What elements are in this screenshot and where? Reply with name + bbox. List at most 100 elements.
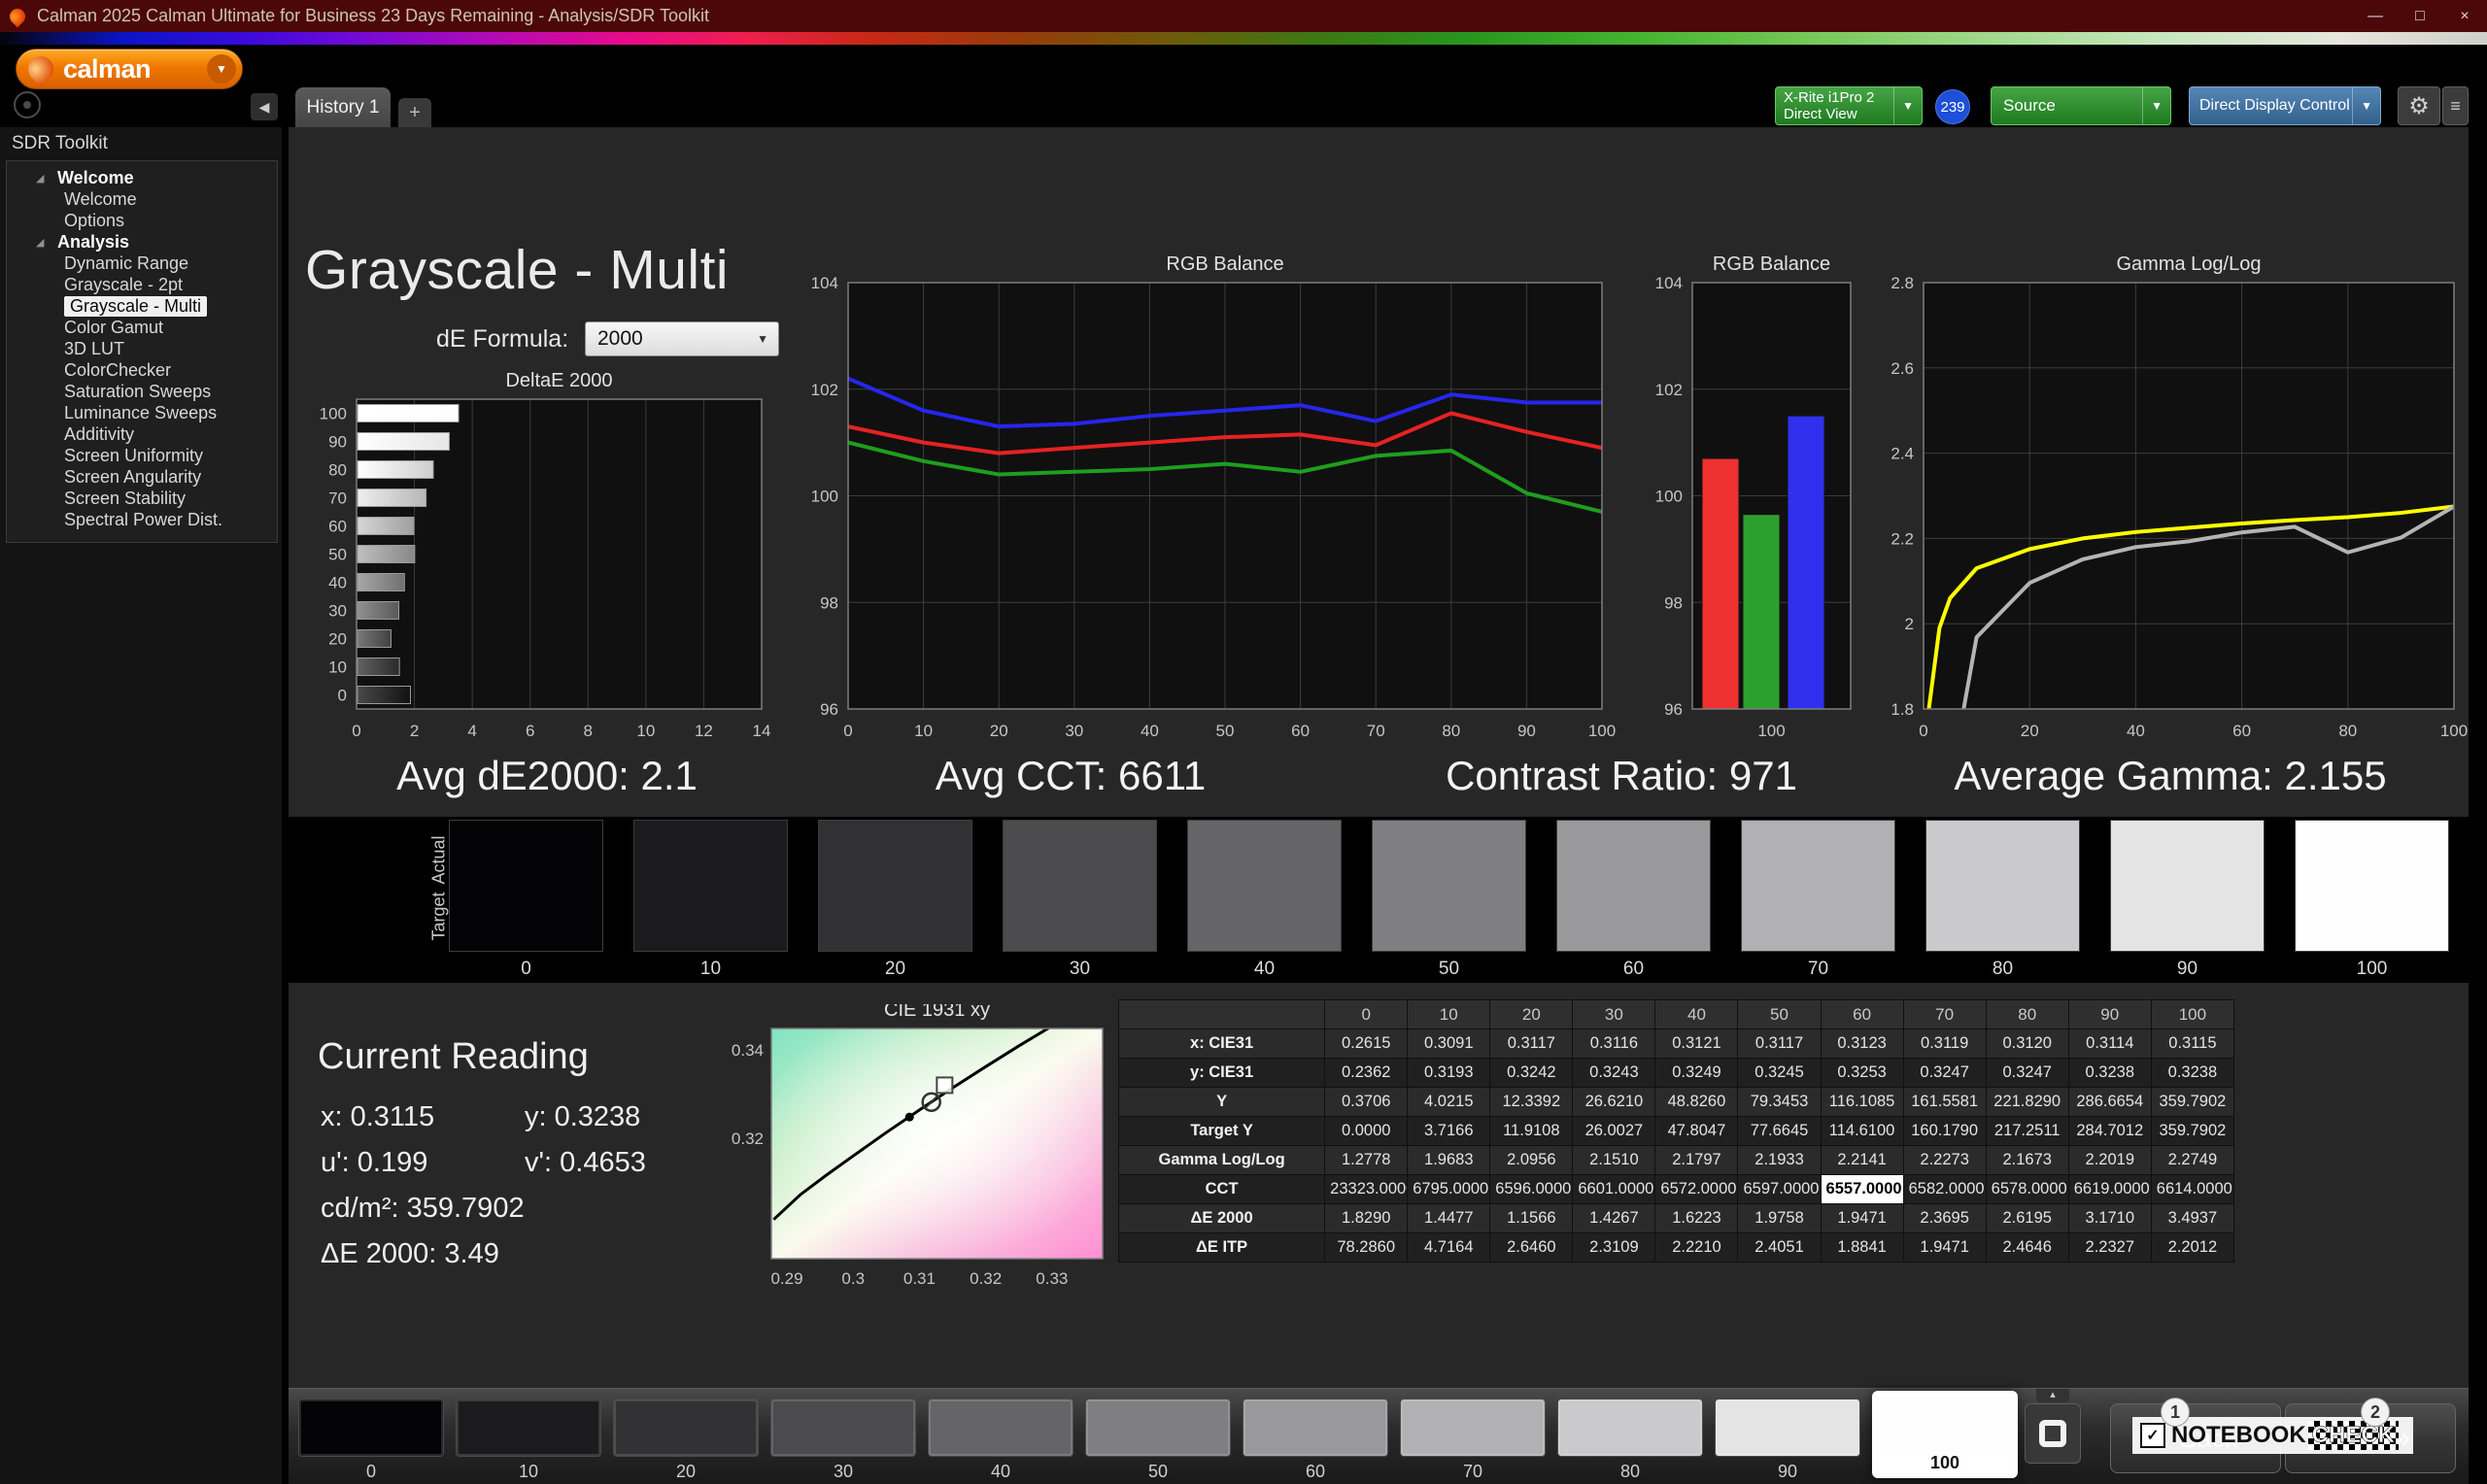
table-cell: 0.3115: [2151, 1029, 2233, 1059]
footer-patch-button-0[interactable]: 0: [298, 1399, 444, 1482]
display-control-select[interactable]: Direct Display Control ▼: [2189, 86, 2381, 125]
sidebar-item-colorchecker[interactable]: ColorChecker: [7, 359, 277, 381]
expander-icon[interactable]: ◢: [36, 172, 51, 185]
expander-icon[interactable]: ◢: [36, 236, 51, 249]
table-cell: 2.2019: [2068, 1146, 2151, 1175]
svg-text:50: 50: [1216, 722, 1235, 740]
de-formula-select[interactable]: 2000 ▼: [585, 321, 779, 356]
notebookcheck-flag-icon: ✓: [2140, 1423, 2165, 1448]
pattern-expand-button[interactable]: ▴: [2036, 1389, 2069, 1402]
footer-patch-button-80[interactable]: 80: [1557, 1399, 1703, 1482]
footer-patch-button-100[interactable]: 100: [1872, 1391, 2018, 1478]
grayscale-patch-60: [1556, 820, 1711, 952]
current-reading-line: ΔE 2000: 3.49: [321, 1231, 646, 1277]
measurement-table: 0102030405060708090100x: CIE310.26150.30…: [1118, 999, 2234, 1263]
annotation-badge-1: 1: [2161, 1398, 2190, 1427]
meter-select-label: X-Rite i1Pro 2 Direct View: [1776, 89, 1874, 122]
grayscale-patch-30: [1003, 820, 1157, 952]
main-content: Grayscale - Multi dE Formula: 2000 ▼ 024…: [289, 127, 2469, 1484]
pattern-window-button[interactable]: [2025, 1403, 2081, 1464]
svg-text:2: 2: [410, 722, 419, 740]
grayscale-patch-label: 90: [2110, 959, 2265, 980]
calman-window: Calman 2025 Calman Ultimate for Business…: [0, 0, 2487, 1484]
watermark-text-notebook: NOTEBOOK: [2171, 1422, 2306, 1449]
footer-patch-label: 20: [613, 1462, 759, 1482]
tab-history-1[interactable]: History 1: [295, 87, 391, 127]
svg-text:100: 100: [2440, 722, 2468, 740]
table-cell: 3.1710: [2068, 1204, 2151, 1233]
sidebar-item-welcome[interactable]: ◢Welcome: [7, 167, 277, 188]
calman-drop-icon: [23, 51, 59, 87]
svg-text:12: 12: [695, 722, 713, 740]
sidebar-collapse-button[interactable]: ◀: [251, 93, 278, 120]
footer-patch-swatch: [928, 1399, 1073, 1457]
table-cell: 11.9108: [1490, 1117, 1573, 1146]
footer-patch-label: 10: [456, 1462, 601, 1482]
footer-patch-swatch: [1085, 1399, 1231, 1457]
table-cell: 0.3706: [1325, 1088, 1408, 1117]
sidebar-item-screen-angularity[interactable]: Screen Angularity: [7, 466, 277, 488]
meter-select[interactable]: X-Rite i1Pro 2 Direct View ▼: [1775, 86, 1923, 125]
footer-patch-button-70[interactable]: 70: [1400, 1399, 1546, 1482]
sidebar-item-welcome[interactable]: Welcome: [7, 188, 277, 210]
sidebar-menu-button[interactable]: [14, 91, 41, 118]
table-cell: 286.6654: [2068, 1088, 2151, 1117]
maximize-button[interactable]: □: [2398, 0, 2442, 32]
rgb-balance-bar-chart: 1041021009896100RGB Balance: [1648, 252, 1871, 749]
footer-patch-label: 50: [1085, 1462, 1231, 1482]
sidebar-item-grayscale-multi[interactable]: Grayscale - Multi: [7, 295, 277, 317]
footer-patch-button-20[interactable]: 20: [613, 1399, 759, 1482]
footer-patch-button-90[interactable]: 90: [1715, 1399, 1860, 1482]
close-button[interactable]: ×: [2442, 0, 2487, 32]
sidebar-item-label: Options: [64, 211, 124, 231]
sidebar-item-additivity[interactable]: Additivity: [7, 423, 277, 445]
table-cell: 26.6210: [1573, 1088, 1655, 1117]
footer-patch-button-50[interactable]: 50: [1085, 1399, 1231, 1482]
footer-patch-button-40[interactable]: 40: [928, 1399, 1073, 1482]
sidebar-item-saturation-sweeps[interactable]: Saturation Sweeps: [7, 381, 277, 402]
footer-patch-button-10[interactable]: 10: [456, 1399, 601, 1482]
footer-patch-button-60[interactable]: 60: [1243, 1399, 1388, 1482]
grayscale-patch-label: 30: [1003, 959, 1157, 980]
table-row-label: ΔE 2000: [1119, 1204, 1325, 1233]
svg-text:1.8: 1.8: [1891, 700, 1914, 719]
table-cell: 2.4051: [1738, 1233, 1821, 1263]
sidebar-item-screen-stability[interactable]: Screen Stability: [7, 488, 277, 509]
table-cell: 1.8841: [1821, 1233, 1903, 1263]
calman-menu-button[interactable]: calman ▼: [16, 49, 243, 89]
sidebar-item-label: Screen Uniformity: [64, 446, 203, 466]
svg-text:2.2: 2.2: [1891, 529, 1914, 548]
sidebar-item-options[interactable]: Options: [7, 210, 277, 231]
table-cell: 0.3247: [1986, 1059, 2068, 1088]
svg-text:96: 96: [1664, 700, 1683, 719]
sidebar-item-color-gamut[interactable]: Color Gamut: [7, 317, 277, 338]
sidebar-item-3d-lut[interactable]: 3D LUT: [7, 338, 277, 359]
table-cell: 217.2511: [1986, 1117, 2068, 1146]
footer-patch-swatch: [770, 1399, 916, 1457]
table-cell: 48.8260: [1655, 1088, 1738, 1117]
svg-text:14: 14: [753, 722, 771, 740]
minimize-button[interactable]: —: [2353, 0, 2398, 32]
svg-text:80: 80: [2338, 722, 2357, 740]
more-options-button[interactable]: ≡: [2442, 86, 2469, 125]
table-cell: 0.3193: [1408, 1059, 1490, 1088]
sidebar-item-spectral-power-dist-[interactable]: Spectral Power Dist.: [7, 509, 277, 530]
sidebar-item-analysis[interactable]: ◢ Analysis: [7, 231, 277, 253]
table-cell: 3.7166: [1408, 1117, 1490, 1146]
sidebar-item-screen-uniformity[interactable]: Screen Uniformity: [7, 445, 277, 466]
footer-patch-label: 0: [298, 1462, 444, 1482]
footer-patch-button-30[interactable]: 30: [770, 1399, 916, 1482]
sidebar-item-label: Grayscale - 2pt: [64, 275, 183, 295]
settings-button[interactable]: ⚙: [2398, 86, 2440, 125]
svg-text:60: 60: [1291, 722, 1310, 740]
sidebar-item-luminance-sweeps[interactable]: Luminance Sweeps: [7, 402, 277, 423]
sidebar-item-label: Analysis: [57, 232, 129, 253]
sidebar-item-dynamic-range[interactable]: Dynamic Range: [7, 253, 277, 274]
sidebar-item-grayscale-2pt[interactable]: Grayscale - 2pt: [7, 274, 277, 295]
svg-text:0: 0: [843, 722, 852, 740]
add-tab-button[interactable]: +: [398, 98, 431, 127]
footer-patch-swatch: [456, 1399, 601, 1457]
grayscale-patch-10: [633, 820, 788, 952]
source-select[interactable]: Source ▼: [1991, 86, 2171, 125]
svg-text:40: 40: [328, 574, 347, 592]
